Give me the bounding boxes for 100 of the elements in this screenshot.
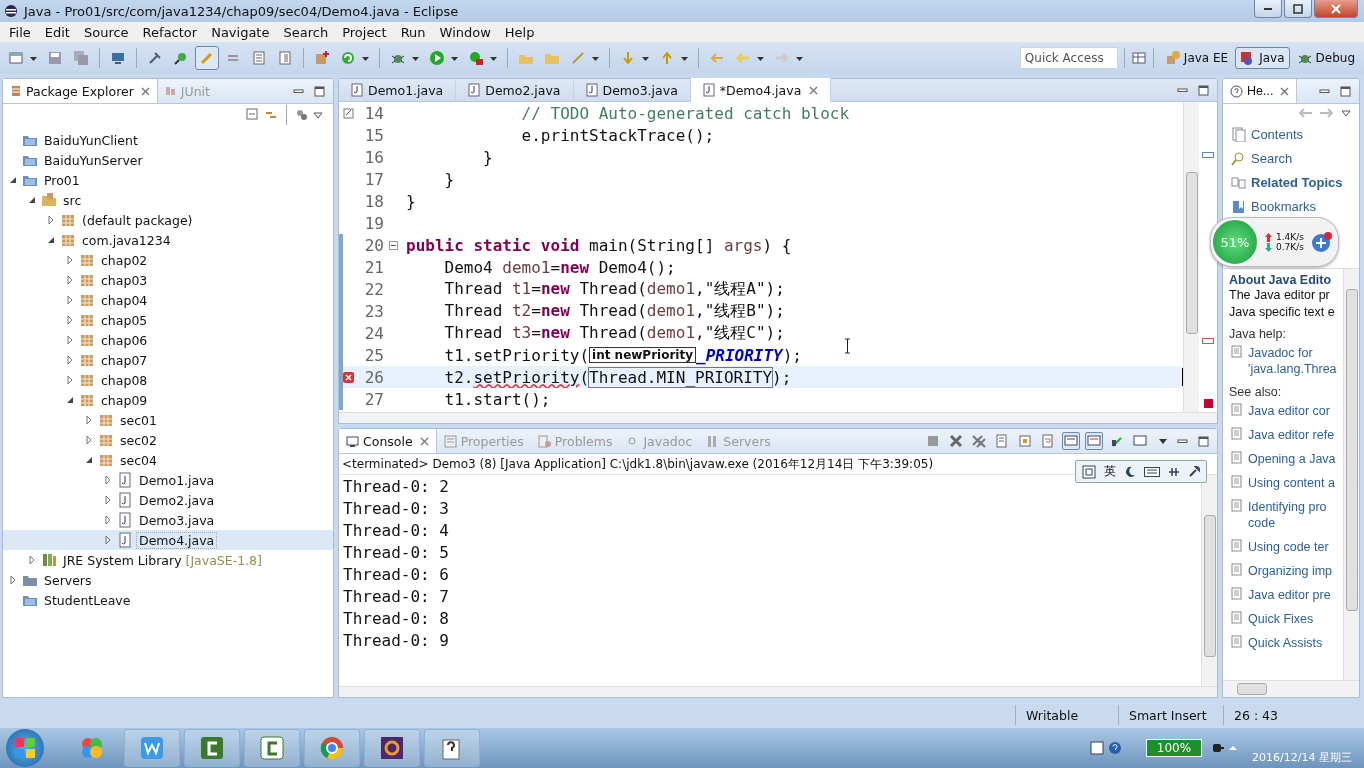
terminate-icon[interactable] [926,434,940,448]
menu-item[interactable]: Help [497,24,542,40]
tree-item[interactable]: JRE System Library [JavaSE-1.8] [3,550,333,570]
overview-marker[interactable] [1202,152,1214,158]
tree-item[interactable]: sec04 [3,450,333,470]
help-icon[interactable] [1107,741,1122,755]
taskbar-button[interactable] [424,729,480,767]
tree-item[interactable]: chap08 [3,370,333,390]
ime-icon[interactable] [1089,741,1104,755]
tree-item[interactable]: Demo4.java [3,530,333,550]
save-icon[interactable] [47,50,63,66]
menu-item[interactable]: Navigate [204,24,277,40]
maximize-icon[interactable] [314,85,325,97]
help-link[interactable]: Java editor cor [1248,403,1343,419]
help-link[interactable]: Using content a [1248,475,1343,491]
tree-item[interactable]: chap09 [3,390,333,410]
taskbar-button[interactable] [304,729,360,767]
tree-item[interactable]: BaiduYunClient [3,130,333,150]
horizontal-scrollbar[interactable] [339,686,1217,697]
monitor-icon[interactable] [110,50,126,66]
view-menu-icon[interactable] [1341,108,1351,118]
close-button[interactable] [1314,0,1358,18]
play-icon[interactable] [429,50,445,66]
tree-item[interactable]: BaiduYunServer [3,150,333,170]
scroll-lock-icon[interactable] [1018,434,1032,448]
package-add-icon[interactable] [314,50,330,66]
perspective-button[interactable]: Java EE [1159,47,1234,69]
tree-item[interactable]: chap02 [3,250,333,270]
ime-logo-icon[interactable] [1082,464,1096,479]
help-nav-link[interactable]: Related Topics [1223,170,1359,194]
pin-console-icon[interactable] [1110,434,1124,448]
maximize-icon[interactable] [1340,85,1351,97]
help-link[interactable]: Javadoc for 'java.lang.Threa [1248,345,1343,377]
help-link[interactable]: Quick Fixes [1248,611,1343,627]
tree-item[interactable]: (default package) [3,210,333,230]
tree-item[interactable]: Servers [3,570,333,590]
menu-item[interactable]: File [2,24,38,40]
view-tab[interactable]: Console [339,429,437,453]
help-link[interactable]: Identifying pro code [1248,499,1343,531]
vertical-scrollbar[interactable] [1343,269,1359,680]
help-link[interactable]: Quick Assists [1248,635,1343,651]
show-output-icon[interactable] [1064,434,1078,448]
help-nav-link[interactable]: Search [1223,146,1359,170]
show-error-icon[interactable] [1087,434,1101,448]
horizontal-scrollbar[interactable] [339,412,1217,423]
start-button[interactable] [6,729,44,767]
plus-circle-icon[interactable] [1309,231,1332,253]
magnifier-icon[interactable] [173,50,189,66]
menu-item[interactable]: Search [276,24,336,40]
refresh-icon[interactable] [340,50,356,66]
maximize-icon[interactable] [1198,435,1209,447]
tree-item[interactable]: sec02 [3,430,333,450]
tree-item[interactable]: chap07 [3,350,333,370]
tree-item[interactable]: Demo3.java [3,510,333,530]
editor-tab[interactable]: *Demo4.java [690,78,832,102]
menu-item[interactable]: Source [76,24,136,40]
menu-item[interactable]: Project [335,24,394,40]
vertical-scrollbar[interactable] [1201,475,1217,686]
tray-arrow-icon[interactable] [1228,743,1239,753]
help-nav-link[interactable]: Bookmarks [1223,194,1359,218]
clear-console-icon[interactable] [995,434,1009,448]
tree-item[interactable]: chap03 [3,270,333,290]
taskbar-button[interactable] [244,729,300,767]
tree-item[interactable]: chap04 [3,290,333,310]
open-perspective-icon[interactable] [1130,50,1147,66]
tree-item[interactable]: com.java1234 [3,230,333,250]
help-link[interactable]: Opening a Java [1248,451,1343,467]
close-icon[interactable] [140,86,150,96]
close-icon[interactable] [1280,86,1290,96]
remove-all-icon[interactable] [972,434,986,448]
remove-launch-icon[interactable] [949,434,963,448]
help-link[interactable]: Organizing imp [1248,563,1343,579]
tree-item[interactable]: StudentLeave [3,590,333,610]
run-tool-icon[interactable] [468,50,484,66]
menu-item[interactable]: Refactor [135,24,205,40]
display-console-icon[interactable] [1133,434,1147,448]
wrench-icon[interactable] [1188,465,1200,478]
minimize-button[interactable] [1254,0,1282,18]
close-icon[interactable] [809,85,819,95]
paragraph-icon[interactable] [277,50,293,66]
menu-item[interactable]: Run [393,24,433,40]
tree-item[interactable]: src [3,190,333,210]
perspective-button[interactable]: Java [1235,47,1290,69]
word-wrap-icon[interactable] [1041,434,1055,448]
tree-item[interactable]: Demo2.java [3,490,333,510]
tree-item[interactable]: chap05 [3,310,333,330]
maximize-button[interactable] [1284,0,1312,18]
fold-toggle-icon[interactable] [388,240,398,250]
overview-marker[interactable] [1202,338,1214,344]
keyboard-icon[interactable] [1144,466,1160,477]
horizontal-scrollbar[interactable] [1223,680,1359,697]
new-window-icon[interactable] [8,50,24,66]
tree-item[interactable]: Demo1.java [3,470,333,490]
taskbar-button[interactable] [364,729,420,767]
tree-item[interactable]: chap06 [3,330,333,350]
menu-item[interactable]: Window [432,24,498,40]
help-link[interactable]: Java editor refe [1248,427,1343,443]
moon-icon[interactable] [1124,465,1136,478]
help-link[interactable]: Using code ter [1248,539,1343,555]
quick-access-field[interactable]: Quick Access [1019,47,1118,69]
